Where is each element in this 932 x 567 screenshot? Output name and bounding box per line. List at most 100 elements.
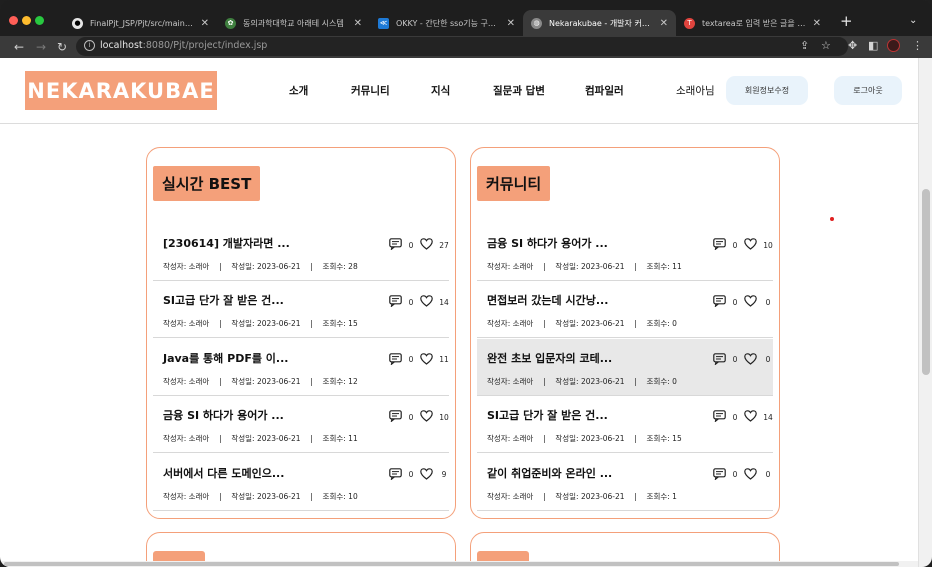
edit-profile-button[interactable]: 회원정보수정 — [726, 76, 808, 105]
site-info-icon[interactable]: i — [84, 40, 95, 51]
meta-separator: | — [219, 491, 222, 501]
post-title[interactable]: 서버에서 다른 도메인으... — [163, 465, 284, 481]
post-meta: 작성자: 소래아 | 작성일: 2023-06-21 | 조회수: 0 — [487, 318, 677, 329]
profile-avatar[interactable] — [887, 39, 900, 52]
post-row[interactable]: 서버에서 다른 도메인으... 0 9 작성자: 소래아 | 작성일: 2023-06-2… — [153, 454, 449, 511]
post-title[interactable]: 금융 SI 하다가 용어가 ... — [163, 407, 284, 423]
vertical-scrollbar[interactable] — [918, 58, 932, 567]
close-tab-icon[interactable]: ✕ — [507, 18, 515, 29]
post-title[interactable]: 면접보러 갔는데 시간낭... — [487, 292, 608, 308]
author-label: 작성자: — [487, 491, 511, 501]
minimize-window-button[interactable] — [22, 16, 31, 25]
browser-tab[interactable]: T textarea로 입력 받은 글을 공백과 줄 ✕ — [676, 10, 829, 36]
github-icon: ● — [72, 17, 83, 29]
horizontal-scroll-thumb[interactable] — [4, 562, 899, 566]
heart-icon[interactable] — [420, 238, 433, 252]
url-path: :8080/Pjt/project/index.jsp — [142, 40, 268, 51]
heart-icon[interactable] — [744, 295, 757, 309]
comment-icon — [389, 467, 402, 482]
meta-separator: | — [219, 319, 222, 329]
address-bar[interactable]: i localhost:8080/Pjt/project/index.jsp ⇪… — [76, 37, 848, 56]
close-tab-icon[interactable]: ✕ — [660, 18, 668, 29]
post-title[interactable]: SI고급 단가 잘 받은 건... — [487, 407, 608, 423]
post-title[interactable]: 금융 SI 하다가 용어가 ... — [487, 235, 608, 251]
views-label: 조회수: — [322, 491, 346, 501]
heart-icon[interactable] — [420, 352, 433, 367]
meta-separator: | — [310, 262, 313, 271]
post-row[interactable]: 면접보러 갔는데 시간낭... 0 0 작성자: 소래아 | 작성일: 2023-06-2… — [477, 281, 773, 339]
post-row[interactable]: SI고급 단가 잘 받은 건... 0 14 작성자: 소래아 | 작성일: 2023-0… — [477, 396, 773, 454]
post-row[interactable]: 금융 SI 하다가 용어가 ... 0 10 작성자: 소래아 | 작성일: 2023-0… — [477, 224, 773, 281]
heart-icon[interactable] — [744, 467, 757, 482]
post-stats: 0 11 — [389, 352, 455, 367]
post-row[interactable]: 같이 취업준비와 온라인 ... 0 0 작성자: 소래아 | 작성일: 2023-06-… — [477, 454, 773, 511]
date-label: 작성일: — [231, 319, 255, 329]
post-meta: 작성자: 소래아 | 작성일: 2023-06-21 | 조회수: 15 — [487, 433, 682, 444]
address-url[interactable]: localhost:8080/Pjt/project/index.jsp — [100, 40, 267, 51]
tab-strip: ● FinalPjt_JSP/Pjt/src/main/webapp ✕ ✿ 동… — [0, 0, 932, 36]
browser-menu-icon[interactable]: ⋮ — [912, 39, 923, 52]
post-row[interactable]: Java를 통해 PDF를 이... 0 11 작성자: 소래아 | 작성일: 2023-… — [153, 339, 449, 396]
post-title[interactable]: [230614] 개발자라면 ... — [163, 235, 290, 251]
meta-separator: | — [219, 434, 222, 444]
back-arrow-icon[interactable]: ← — [14, 39, 24, 55]
bookmark-star-icon[interactable]: ☆ — [821, 39, 831, 52]
post-stats: 0 10 — [713, 238, 779, 252]
close-tab-icon[interactable]: ✕ — [201, 18, 209, 29]
reload-icon[interactable]: ↻ — [57, 39, 67, 55]
nav-item-qna[interactable]: 질문과 답변 — [493, 83, 545, 98]
views-label: 조회수: — [646, 491, 670, 501]
new-tab-button[interactable]: + — [840, 12, 853, 30]
browser-tab[interactable]: ● FinalPjt_JSP/Pjt/src/main/webapp ✕ — [64, 10, 217, 36]
site-logo[interactable]: NEKARAKUBAE — [25, 71, 217, 110]
close-tab-icon[interactable]: ✕ — [354, 18, 362, 29]
heart-icon[interactable] — [420, 410, 433, 424]
post-title[interactable]: SI고급 단가 잘 받은 건... — [163, 292, 284, 308]
logout-button[interactable]: 로그아웃 — [834, 76, 902, 105]
post-title[interactable]: 같이 취업준비와 온라인 ... — [487, 465, 612, 481]
comment-icon — [389, 410, 402, 424]
date-label: 작성일: — [231, 491, 255, 501]
forward-arrow-icon[interactable]: → — [36, 39, 46, 55]
views-label: 조회수: — [646, 262, 670, 271]
heart-icon[interactable] — [744, 238, 757, 252]
post-row[interactable]: SI고급 단가 잘 받은 건... 0 14 작성자: 소래아 | 작성일: 2023-0… — [153, 281, 449, 339]
browser-tab-active[interactable]: ◍ Nekarakubae - 개발자 커뮤니티 ✕ — [523, 10, 676, 36]
views-label: 조회수: — [646, 376, 670, 386]
like-count: 14 — [439, 297, 449, 307]
vertical-scroll-thumb[interactable] — [922, 189, 930, 375]
post-stats: 0 14 — [389, 295, 455, 309]
post-meta: 작성자: 소래아 | 작성일: 2023-06-21 | 조회수: 12 — [163, 376, 358, 387]
post-title[interactable]: Java를 통해 PDF를 이... — [163, 350, 288, 366]
browser-tab[interactable]: ✿ 동의과학대학교 아래테 시스템 ✕ — [217, 10, 370, 36]
browser-toolbar: ← → ↻ i localhost:8080/Pjt/project/index… — [0, 36, 932, 58]
nav-item-knowledge[interactable]: 지식 — [431, 83, 450, 98]
post-row[interactable]: 금융 SI 하다가 용어가 ... 0 10 작성자: 소래아 | 작성일: 2023-0… — [153, 396, 449, 454]
tab-search-chevron-icon[interactable]: ⌄ — [909, 15, 917, 26]
nav-item-community[interactable]: 커뮤니티 — [351, 83, 390, 98]
maximize-window-button[interactable] — [35, 16, 44, 25]
heart-icon[interactable] — [420, 467, 433, 482]
horizontal-scrollbar[interactable] — [0, 561, 918, 567]
browser-tab[interactable]: ≪ OKKY - 간단한 sso기능 구현 방법 ✕ — [370, 10, 523, 36]
view-count: 0 — [672, 319, 677, 329]
side-panel-icon[interactable]: ◧ — [868, 39, 878, 52]
views-label: 조회수: — [322, 376, 346, 386]
post-row[interactable]: 완전 초보 입문자의 코테... 0 0 작성자: 소래아 | 작성일: 2023-06-… — [477, 338, 773, 396]
nav-item-intro[interactable]: 소개 — [289, 83, 308, 98]
post-title[interactable]: 완전 초보 입문자의 코테... — [487, 350, 612, 366]
nav-item-compiler[interactable]: 컴파일러 — [585, 83, 624, 98]
author-label: 작성자: — [163, 491, 187, 501]
heart-icon[interactable] — [420, 295, 433, 309]
post-date: 2023-06-21 — [580, 376, 625, 386]
meta-separator: | — [310, 376, 313, 386]
share-icon[interactable]: ⇪ — [800, 39, 809, 52]
heart-icon[interactable] — [744, 410, 757, 424]
post-row[interactable]: [230614] 개발자라면 ... 0 27 작성자: 소래아 | 작성일: 2023-… — [153, 224, 449, 281]
close-window-button[interactable] — [9, 16, 18, 25]
extensions-puzzle-icon[interactable]: ✥ — [848, 39, 857, 52]
views-label: 조회수: — [646, 319, 670, 329]
close-tab-icon[interactable]: ✕ — [813, 18, 821, 29]
post-author: 소래아 — [188, 319, 210, 329]
heart-icon[interactable] — [744, 352, 757, 367]
